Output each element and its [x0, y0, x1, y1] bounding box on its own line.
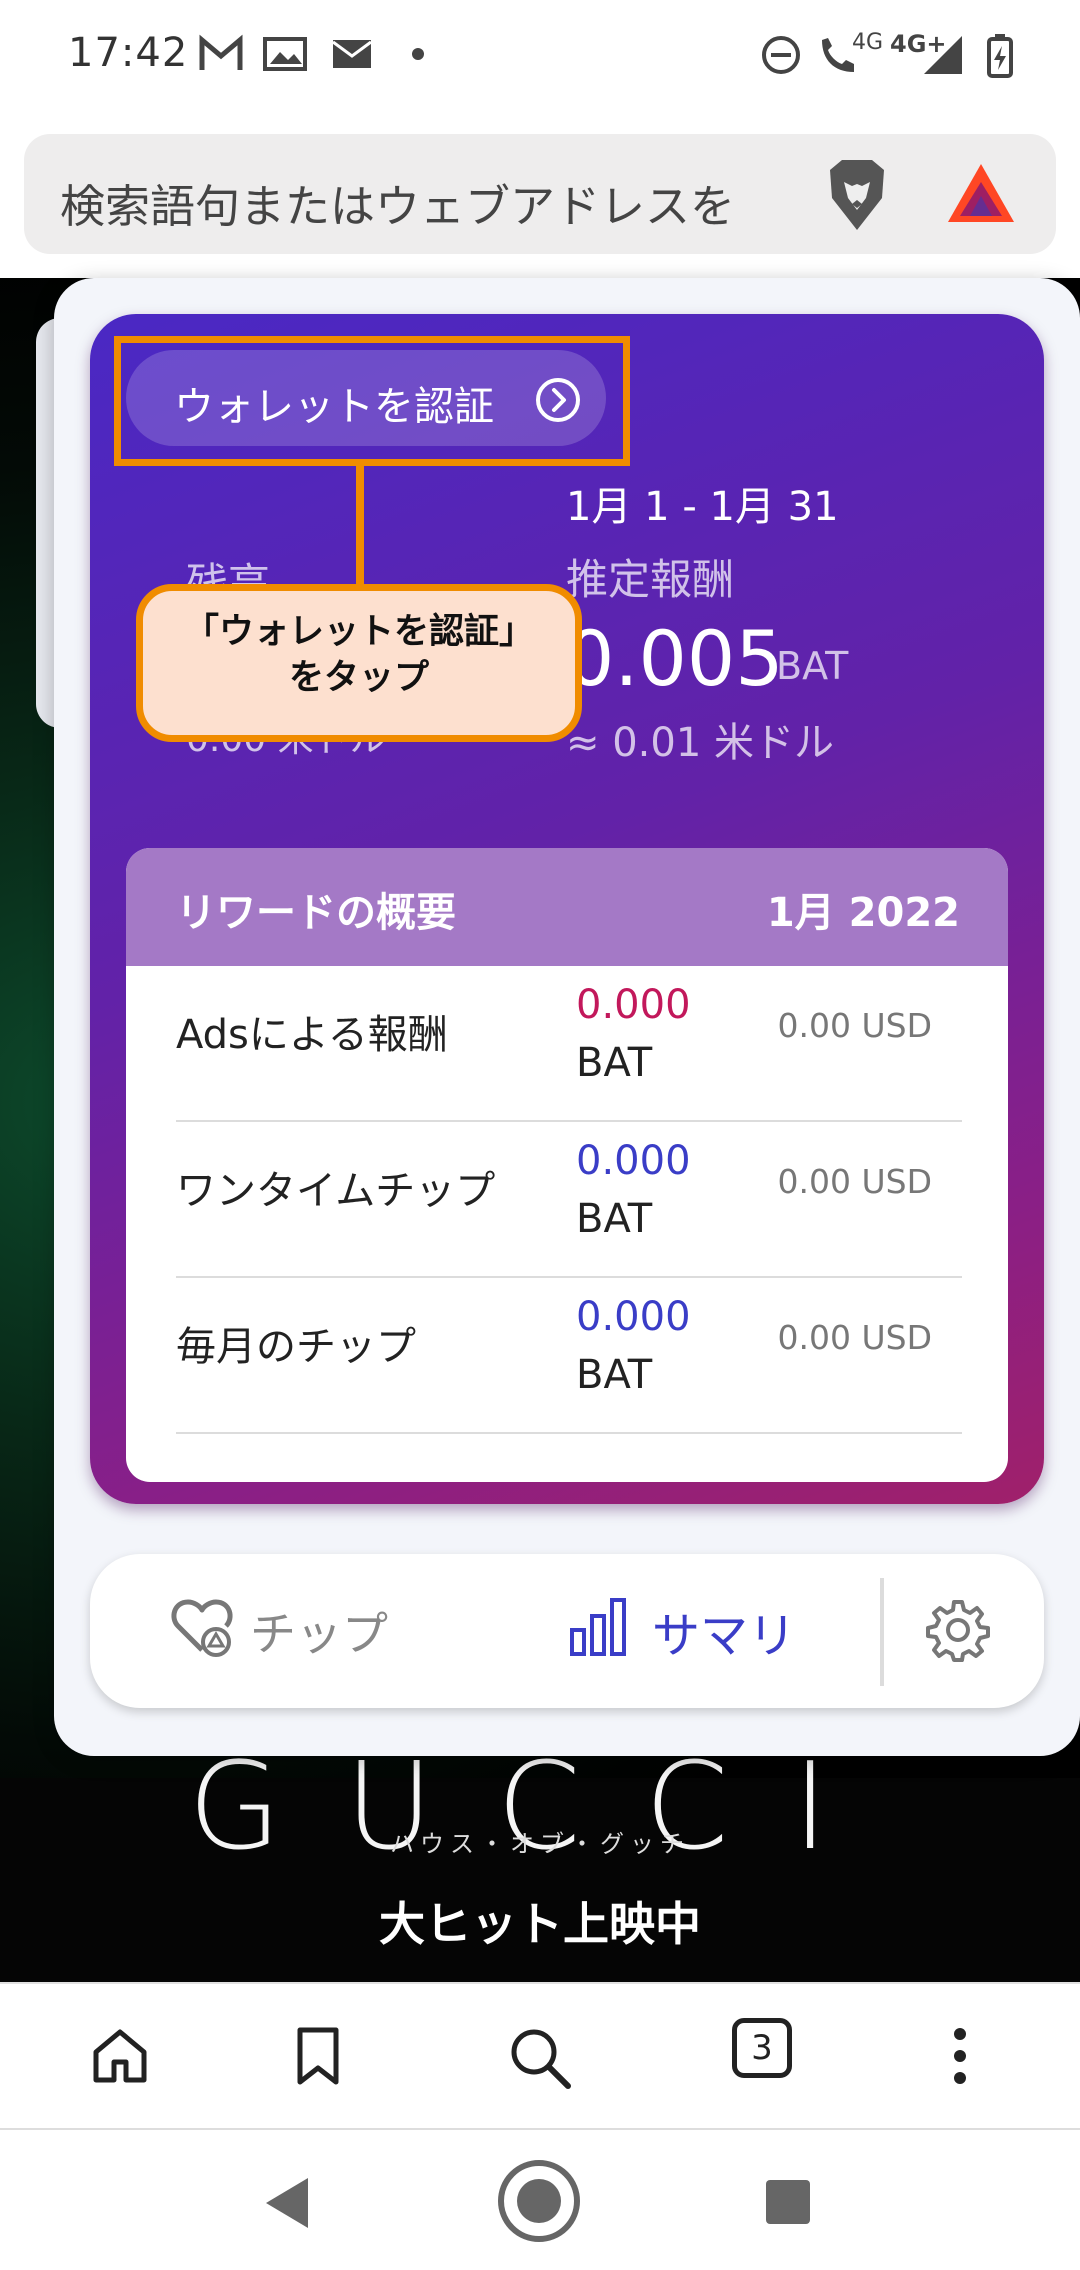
summary-row-ads: Adsによる報酬 0.000 BAT 0.00 USD [176, 966, 962, 1122]
rewards-tab-bar: チップ サマリ [90, 1554, 1044, 1708]
status-time: 17:42 [68, 30, 189, 76]
tab-tips[interactable]: チップ [170, 1594, 388, 1674]
row-bat-unit: BAT [576, 1196, 653, 1242]
signal-icon [924, 36, 962, 74]
tab-tips-label[interactable]: チップ [250, 1598, 388, 1664]
system-nav-bar [0, 2128, 1080, 2270]
url-placeholder[interactable]: 検索語句またはウェブアドレスを [60, 170, 735, 235]
heart-tip-icon[interactable] [170, 1594, 234, 1658]
summary-row-monthly-tips: 毎月のチップ 0.000 BAT 0.00 USD [176, 1278, 962, 1434]
estimated-unit: BAT [776, 644, 849, 688]
search-icon[interactable] [508, 2026, 572, 2090]
row-bat-value: 0.000 [576, 1294, 691, 1340]
summary-month: 1月 2022 [766, 890, 960, 936]
row-usd: 0.00 USD [777, 1162, 932, 1201]
dnd-icon [762, 36, 800, 74]
battery-icon [987, 34, 1013, 78]
status-bar: 17:42 4G 4G+ [0, 0, 1080, 112]
rewards-panel: ウォレットを認証 1月 1 - 1月 31 残高 0.00 米ドル 推定報酬 0… [54, 278, 1080, 1756]
home-icon[interactable] [90, 2026, 150, 2086]
row-bat: 0.000 BAT [576, 1288, 691, 1404]
estimated-value: 0.005 [566, 614, 784, 703]
more-menu-icon[interactable] [950, 2026, 970, 2086]
estimated-label: 推定報酬 [566, 555, 735, 604]
gear-icon[interactable] [926, 1598, 990, 1662]
row-bat-value: 0.000 [576, 1138, 691, 1184]
gmail-icon [199, 34, 243, 70]
brave-shields-icon[interactable] [824, 158, 890, 232]
row-bat-value: 0.000 [576, 982, 691, 1028]
dot-icon [412, 48, 424, 60]
page-tagline: 大ヒット上映中 [379, 1897, 701, 1951]
row-bat-unit: BAT [576, 1040, 653, 1086]
row-label: ワンタイムチップ [176, 1168, 496, 1214]
row-bat-unit: BAT [576, 1352, 653, 1398]
browser-toolbar: 3 [0, 1982, 1080, 2128]
bookmark-icon[interactable] [294, 2026, 342, 2086]
tab-divider [880, 1578, 884, 1686]
row-label: 毎月のチップ [176, 1324, 416, 1370]
network-label-1: 4G [852, 30, 884, 55]
row-bat: 0.000 BAT [576, 976, 691, 1092]
home-nav-icon[interactable] [496, 2158, 582, 2244]
rewards-summary: リワードの概要 1月 2022 Adsによる報酬 0.000 BAT 0.00 … [126, 848, 1008, 1482]
gallery-icon [263, 37, 307, 71]
mail-icon [332, 40, 372, 68]
row-usd: 0.00 USD [777, 1006, 932, 1045]
recents-icon[interactable] [764, 2178, 812, 2226]
url-bar[interactable]: 検索語句またはウェブアドレスを [24, 134, 1056, 254]
tutorial-highlight [114, 336, 630, 466]
row-usd: 0.00 USD [777, 1318, 932, 1357]
tutorial-callout: 「ウォレットを認証」 をタップ [136, 584, 582, 742]
date-range: 1月 1 - 1月 31 [566, 484, 839, 530]
row-bat: 0.000 BAT [576, 1132, 691, 1248]
back-icon[interactable] [262, 2176, 312, 2230]
summary-title: リワードの概要 [176, 890, 456, 936]
rewards-card: ウォレットを認証 1月 1 - 1月 31 残高 0.00 米ドル 推定報酬 0… [90, 314, 1044, 1504]
row-label: Adsによる報酬 [176, 1012, 448, 1058]
tab-switcher-button[interactable]: 3 [732, 2018, 792, 2078]
bat-rewards-icon[interactable] [944, 160, 1018, 226]
bar-chart-icon[interactable] [568, 1594, 628, 1658]
tab-summary-label[interactable]: サマリ [652, 1596, 796, 1666]
tutorial-connector [356, 466, 364, 586]
summary-row-one-time-tips: ワンタイムチップ 0.000 BAT 0.00 USD [176, 1122, 962, 1278]
callout-line-1: 「ウォレットを認証」 [183, 612, 534, 652]
callout-line-2: をタップ [288, 658, 429, 698]
summary-header: リワードの概要 1月 2022 [126, 848, 1008, 966]
brand-subtitle: ハウス・オブ・グッチ [390, 1830, 690, 1858]
estimated-usd: ≈ 0.01 米ドル [566, 720, 835, 766]
tab-summary[interactable]: サマリ [568, 1594, 796, 1674]
